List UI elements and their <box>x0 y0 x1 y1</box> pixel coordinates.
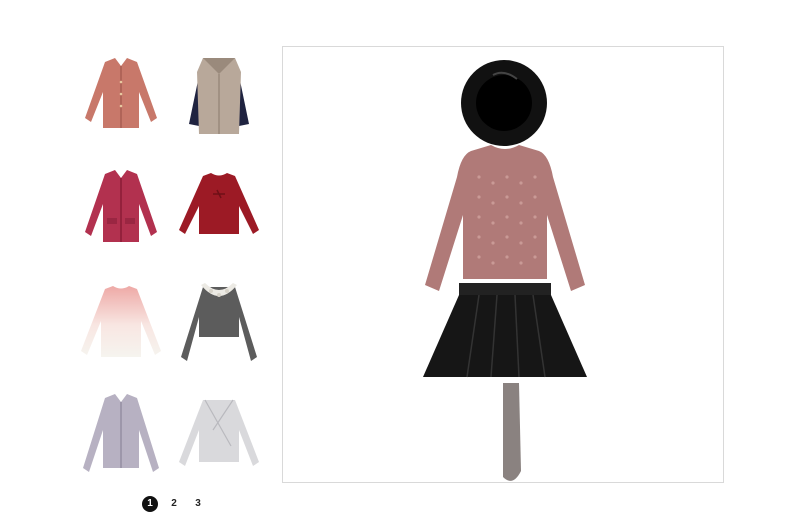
product-thumbnail-red-sweater[interactable] <box>173 164 265 252</box>
product-thumbnail-magenta-cardigan[interactable] <box>75 164 167 252</box>
gray-wrap-top-image <box>179 399 259 466</box>
page-1-button[interactable]: 1 <box>142 496 158 512</box>
outfit-illustration <box>423 60 587 481</box>
fur-vest-image <box>189 58 249 134</box>
lavender-cardigan-image <box>83 394 159 472</box>
page-2-button[interactable]: 2 <box>166 496 182 512</box>
page-3-button[interactable]: 3 <box>190 496 206 512</box>
outfit-preview-panel <box>282 46 724 483</box>
pagination: 1 2 3 <box>142 496 206 512</box>
product-thumbnail-lavender-cardigan[interactable] <box>75 390 167 478</box>
product-thumbnail-faux-fur-vest[interactable] <box>173 52 265 140</box>
gray-tights-image <box>503 383 521 481</box>
product-thumbnail-light-gray-wrap-top[interactable] <box>173 390 265 478</box>
black-pleated-skirt-image <box>423 283 587 378</box>
ombre-sweater-image <box>81 286 161 357</box>
pink-cardigan-image <box>85 58 157 128</box>
red-sweater-image <box>179 173 259 234</box>
product-thumbnail-gray-lace-collar-top[interactable] <box>173 277 265 365</box>
magenta-cardigan-image <box>85 170 157 242</box>
gray-lace-top-image <box>181 283 257 361</box>
black-hat-image <box>461 60 547 146</box>
product-thumbnail-pink-ombre-sweater[interactable] <box>75 277 167 365</box>
product-thumbnail-pink-cardigan[interactable] <box>75 52 167 140</box>
pink-sweater-image <box>425 145 585 291</box>
